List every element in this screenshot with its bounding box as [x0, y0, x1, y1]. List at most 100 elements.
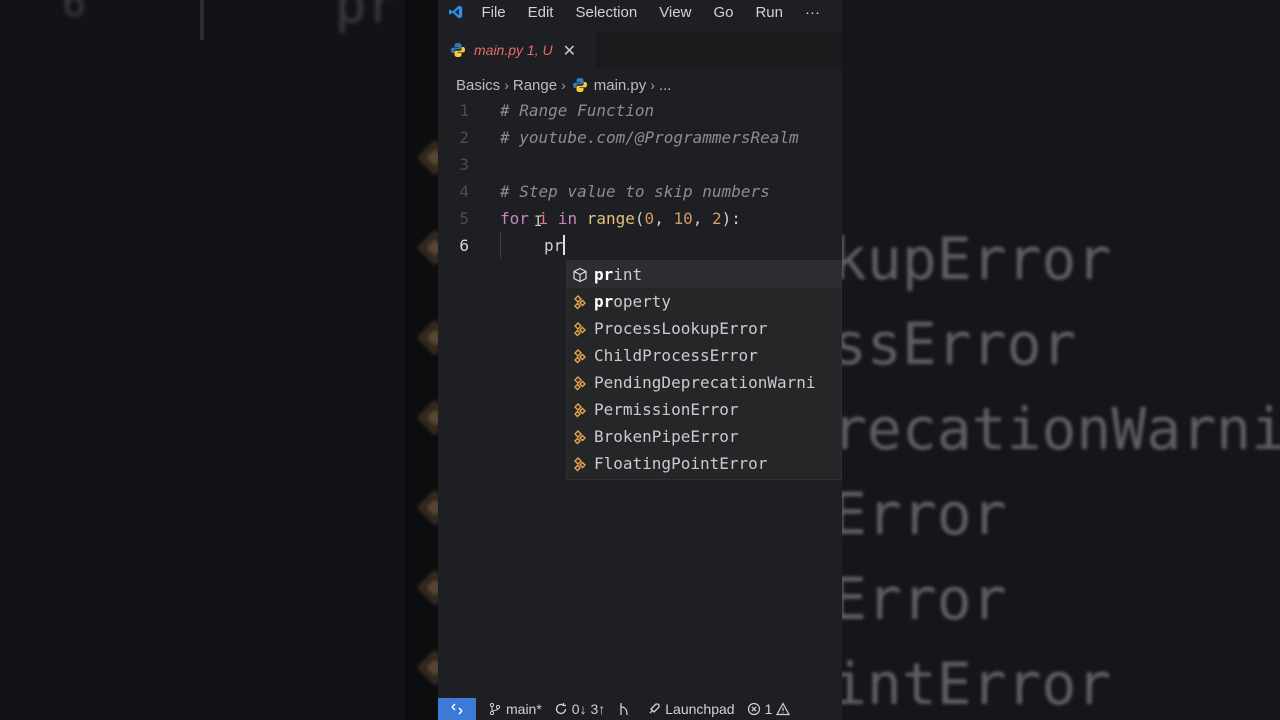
typed-text: pr — [544, 232, 566, 259]
menu-file[interactable]: File — [481, 4, 505, 21]
suggestion-item[interactable]: BrokenPipeError — [567, 423, 841, 450]
breadcrumb-ellipsis[interactable]: ... — [659, 77, 672, 94]
ibeam-cursor-icon: I — [534, 214, 543, 230]
class-icon — [570, 346, 590, 366]
menu-view[interactable]: View — [659, 4, 691, 21]
ghost-line: Error — [842, 565, 1007, 633]
code-line: 1 # Range Function — [438, 97, 842, 124]
ghost-class-icon: ◈ — [418, 129, 438, 180]
keyword-for: for — [500, 209, 529, 228]
suggestion-item[interactable]: FloatingPointError — [567, 450, 841, 477]
ghost-line: ssError — [842, 310, 1077, 378]
chevron-right-icon: › — [504, 77, 509, 93]
ghost-line: intError — [842, 650, 1112, 718]
code-comment: # Range Function — [500, 101, 655, 120]
suggestion-item[interactable]: ChildProcessError — [567, 342, 841, 369]
line-number: 5 — [459, 209, 469, 228]
breadcrumb-basics[interactable]: Basics — [456, 77, 500, 94]
menu-go[interactable]: Go — [713, 4, 733, 21]
arg-step: 2 — [711, 209, 722, 228]
comma: , — [692, 209, 712, 228]
typed-prefix: pr — [544, 236, 564, 255]
paren-open: ( — [634, 209, 645, 228]
background-stripe — [405, 0, 438, 720]
chevron-right-icon: › — [650, 77, 655, 93]
indent-guide — [500, 232, 501, 259]
sync-label: 0↓ 3↑ — [571, 701, 606, 717]
rocket-icon — [649, 703, 660, 714]
text-cursor — [563, 235, 566, 255]
class-icon — [570, 427, 590, 447]
menu-edit[interactable]: Edit — [528, 4, 554, 21]
line-number: 3 — [459, 155, 469, 174]
suggestion-label: property — [594, 292, 672, 311]
comma: , — [654, 209, 674, 228]
graph-icon — [620, 703, 628, 716]
arg-stop: 10 — [673, 209, 693, 228]
menu-run[interactable]: Run — [755, 4, 783, 21]
ghost-typed-text: pr — [335, 0, 398, 35]
line-number: 2 — [459, 128, 469, 147]
source-control-graph[interactable] — [617, 702, 635, 716]
code-line: 3 — [438, 151, 842, 178]
warning-icon — [776, 702, 791, 716]
suggestion-label: PendingDeprecationWarni — [594, 373, 816, 392]
ghost-line-number: 6 — [62, 0, 87, 26]
blurred-background-right: kupError ssError recationWarni Error Err… — [842, 0, 1280, 720]
class-icon — [570, 292, 590, 312]
problems-status[interactable]: 1 — [747, 701, 795, 717]
suggestion-item[interactable]: property — [567, 288, 841, 315]
arg-start: 0 — [644, 209, 655, 228]
ghost-class-icon: ◈ — [418, 639, 438, 690]
ghost-line: recationWarni — [842, 395, 1280, 463]
blurred-background-left: 6 pr ◈ ◈ ◈ ◈ ◈ ◈ ◈ — [0, 0, 438, 720]
remote-icon[interactable] — [438, 698, 476, 720]
breadcrumb-main-py[interactable]: main.py — [594, 77, 647, 94]
class-icon — [570, 319, 590, 339]
class-icon — [570, 454, 590, 474]
breadcrumb: Basics › Range › main.py › ... — [456, 74, 671, 96]
ghost-line: kupError — [842, 225, 1112, 293]
suggestion-item[interactable]: PermissionError — [567, 396, 841, 423]
suggestion-label: BrokenPipeError — [594, 427, 739, 446]
ghost-bar — [200, 0, 204, 40]
branch-icon — [489, 702, 501, 716]
line-number: 4 — [459, 182, 469, 201]
code-comment: # youtube.com/@ProgrammersRealm — [500, 128, 799, 147]
tab-main-py[interactable]: main.py 1, U ✕ — [438, 32, 596, 68]
chevron-right-icon: › — [561, 77, 566, 93]
code-line: 5 for i in range(0, 10, 2): — [438, 205, 842, 232]
class-icon — [570, 373, 590, 393]
sync-icon — [555, 703, 566, 715]
status-bar: main* 0↓ 3↑ Launchpad 1 — [438, 698, 842, 720]
menu-bar: File Edit Selection View Go Run ··· — [438, 0, 842, 24]
menu-selection[interactable]: Selection — [575, 4, 637, 21]
autocomplete-suggestions: print property ProcessLookupError ChildP… — [566, 260, 842, 480]
tab-label: main.py 1, U — [474, 42, 553, 58]
launchpad-label: Launchpad — [665, 701, 735, 717]
suggestion-label: FloatingPointError — [594, 454, 768, 473]
launchpad-button[interactable]: Launchpad — [647, 701, 735, 717]
ghost-class-icon: ◈ — [418, 219, 438, 270]
cube-icon — [570, 265, 590, 285]
breadcrumb-range[interactable]: Range — [513, 77, 557, 94]
suggestion-item[interactable]: print — [567, 261, 841, 288]
close-icon[interactable]: ✕ — [563, 41, 576, 60]
class-icon — [570, 400, 590, 420]
line-number: 6 — [459, 236, 469, 255]
tab-bar: main.py 1, U ✕ — [438, 32, 842, 68]
error-count: 1 — [764, 701, 773, 717]
git-branch[interactable]: main* — [488, 701, 542, 717]
keyword-in: in — [557, 209, 578, 228]
suggestion-item[interactable]: ProcessLookupError — [567, 315, 841, 342]
sync-status[interactable]: 0↓ 3↑ — [554, 701, 605, 717]
suggestion-item[interactable]: PendingDeprecationWarni — [567, 369, 841, 396]
suggestion-label: print — [594, 265, 643, 284]
code-line: 4 # Step value to skip numbers — [438, 178, 842, 205]
menu-more[interactable]: ··· — [805, 4, 820, 21]
python-icon — [572, 78, 587, 92]
code-line-active: 6 pr — [438, 232, 842, 259]
suggestion-label: ChildProcessError — [594, 346, 758, 365]
suggestion-label: ProcessLookupError — [594, 319, 768, 338]
line-number: 1 — [459, 101, 469, 120]
